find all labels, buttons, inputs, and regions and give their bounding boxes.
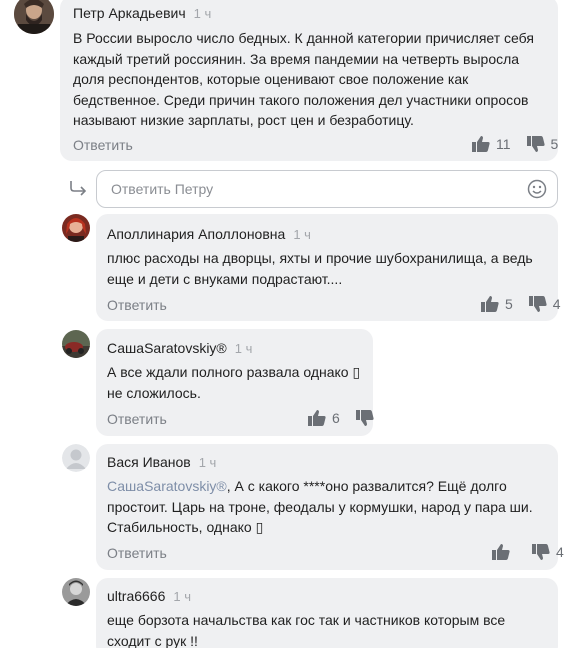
comment-line: А все ждали полного развала однако ▯ (107, 364, 361, 380)
comment-line: В России выросло число бедных. К данной … (73, 30, 534, 46)
vote-controls: 6 (308, 410, 380, 426)
dislike-count: 5 (550, 136, 559, 152)
comment-time: 1 ч (293, 227, 311, 242)
comment-line: сходит с рук !! (107, 632, 198, 648)
like-button[interactable]: 5 (481, 296, 513, 312)
thumbs-up-icon (472, 136, 490, 152)
comment-text: В России выросло число бедных. К данной … (73, 28, 553, 131)
reply-arrow-icon (68, 180, 88, 201)
thumbs-down-icon (532, 544, 550, 560)
author-name[interactable]: Аполлинария Аполлоновна (107, 226, 285, 242)
dislike-button[interactable]: 5 (526, 136, 559, 152)
thumbs-up-icon (481, 296, 499, 312)
comment-text: А все ждали полного развала однако ▯ не … (107, 362, 369, 403)
comment-line: СашаSaratovskiy®, А с какого ****оно раз… (107, 476, 552, 497)
comment-author[interactable]: Вася Иванов 1 ч (107, 454, 216, 470)
comment-line: еще борзота начальства как гос так и час… (107, 612, 506, 628)
author-name[interactable]: Петр Аркадьевич (73, 5, 186, 21)
reply-input[interactable]: Ответить Петру (96, 170, 558, 208)
smile-icon[interactable] (527, 179, 547, 204)
comment-time: 1 ч (234, 341, 253, 356)
reply-button[interactable]: Ответить (107, 545, 167, 561)
comment-author[interactable]: Аполлинария Аполлоновна 1 ч (107, 226, 311, 242)
comment-time: 1 ч (173, 589, 192, 604)
comment-author[interactable]: Петр Аркадьевич 1 ч (73, 5, 211, 21)
reply-button[interactable]: Ответить (107, 411, 167, 427)
like-button[interactable] (492, 544, 516, 560)
comment-line: Стабильность, однако ▯ (107, 519, 264, 535)
comment-time: 1 ч (198, 455, 217, 470)
avatar-ultra[interactable] (62, 578, 90, 606)
author-name[interactable]: ultra6666 (107, 588, 165, 604)
vote-controls: 5 4 (481, 296, 561, 312)
comment-line: плюс расходы на дворцы, яхты и прочие шу… (107, 250, 533, 266)
reply-button[interactable]: Ответить (107, 297, 167, 313)
thumbs-down-icon (526, 136, 545, 152)
thumbs-down-icon (528, 296, 547, 312)
author-name[interactable]: Вася Иванов (107, 454, 191, 470)
reply-button[interactable]: Ответить (73, 137, 133, 153)
comment-line: не сложилось. (107, 384, 201, 401)
avatar-sasha[interactable] (62, 330, 90, 358)
comment-line-text: , А с какого ****оно развалится? Ещё дол… (226, 478, 507, 494)
dislike-button[interactable]: 4 (532, 544, 564, 560)
comment-time: 1 ч (193, 6, 212, 21)
like-count: 5 (505, 296, 513, 312)
like-button[interactable]: 6 (308, 410, 340, 426)
avatar-apollinaria[interactable] (62, 214, 90, 242)
author-name[interactable]: СашаSaratovskiy® (107, 340, 227, 356)
comment-line: называют низкие зарплаты, рост цен и без… (73, 112, 414, 128)
like-count: 6 (332, 410, 340, 426)
comment-line: простоит. Царь на троне, феодалы у корму… (107, 498, 533, 515)
reply-input-placeholder: Ответить Петру (111, 181, 214, 197)
comment-line: еще и дети с внуками подрастают.... (107, 270, 343, 287)
avatar-petr[interactable] (14, 0, 54, 34)
dislike-button[interactable]: 4 (528, 296, 561, 312)
thumbs-up-icon (492, 544, 510, 560)
mention-link[interactable]: СашаSaratovskiy® (107, 478, 227, 494)
vote-controls: 4 (492, 544, 564, 560)
dislike-count: 4 (556, 544, 564, 560)
avatar-vasya[interactable] (62, 444, 90, 472)
thumbs-up-icon (308, 410, 326, 426)
thumbs-down-icon (355, 410, 374, 426)
comment-text: плюс расходы на дворцы, яхты и прочие шу… (107, 248, 552, 289)
vote-controls: 11 5 (472, 136, 558, 152)
comment-author[interactable]: ultra6666 1 ч (107, 588, 191, 604)
comment-line: каждый третий россиянин. За время пандем… (73, 50, 520, 67)
dislike-button[interactable] (355, 410, 380, 426)
like-button[interactable]: 11 (472, 136, 511, 152)
like-count: 11 (496, 136, 511, 152)
comment-text: СашаSaratovskiy®, А с какого ****оно раз… (107, 476, 552, 538)
comment-line: бедственное. Среди причин такого положен… (73, 91, 529, 108)
comment-line: доля респондентов, которые оценивают сво… (73, 71, 469, 87)
comment-author[interactable]: СашаSaratovskiy® 1 ч (107, 340, 252, 356)
dislike-count: 4 (552, 296, 561, 312)
comment-text: еще борзота начальства как гос так и час… (107, 610, 552, 648)
